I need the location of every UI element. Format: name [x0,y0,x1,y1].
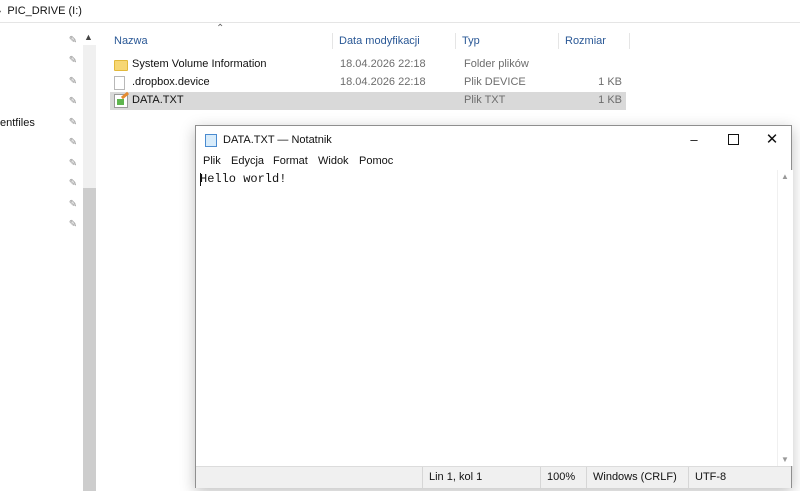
status-zoom: 100% [540,467,586,488]
file-type: Plik TXT [464,94,506,106]
menu-file[interactable]: Plik [203,155,221,167]
column-headers: ⌃ Nazwa Data modyfikacji Typ Rozmiar [96,23,800,55]
menu-bar: Plik Edycja Format Widok Pomoc [196,154,791,170]
column-header-name[interactable]: Nazwa [108,33,333,49]
notepad-window[interactable]: DATA.TXT — Notatnik – ✕ Plik Edycja Form… [195,125,793,488]
file-name: .dropbox.device [132,76,210,88]
nav-item-label[interactable]: entfiles [0,117,35,129]
folder-icon [114,60,128,71]
editor-scrollbar[interactable]: ▲ ▼ [777,170,793,466]
pin-icon: ✎ [68,55,78,66]
text-file-icon [114,94,128,108]
file-name: DATA.TXT [132,94,184,106]
file-date: 18.04.2026 22:18 [340,58,426,70]
pin-icon: ✎ [68,178,78,189]
notepad-icon [205,134,217,147]
scroll-down-icon[interactable]: ▼ [781,455,789,464]
column-header-type[interactable]: Typ [456,33,559,49]
file-type: Folder plików [464,58,529,70]
status-cursor-position: Lin 1, kol 1 [422,467,540,488]
navigation-pane[interactable]: ▲ entfiles ✎ ✎ ✎ ✎ ✎ ✎ ✎ ✎ ✎ ✎ [0,23,96,491]
file-size: 1 KB [598,76,622,88]
editor-content: Hello world! [200,172,287,186]
maximize-icon [727,134,739,146]
menu-edit[interactable]: Edycja [231,155,264,167]
nav-scrollbar-thumb[interactable] [83,188,96,491]
pin-icon: ✎ [68,76,78,87]
scroll-up-icon[interactable]: ▲ [84,32,93,42]
pin-icon: ✎ [68,137,78,148]
file-row[interactable]: .dropbox.device 18.04.2026 22:18 Plik DE… [110,74,626,92]
file-date: 18.04.2026 22:18 [340,76,426,88]
status-bar: Lin 1, kol 1 100% Windows (CRLF) UTF-8 [196,466,791,488]
pin-icon: ✎ [68,158,78,169]
text-editor[interactable]: Hello world! [196,170,777,466]
close-button[interactable]: ✕ [753,126,791,154]
file-row[interactable]: System Volume Information 18.04.2026 22:… [110,56,626,74]
file-name: System Volume Information [132,58,267,70]
pin-icon: ✎ [68,96,78,107]
pin-icon: ✎ [68,35,78,46]
maximize-button[interactable] [714,126,752,154]
column-header-date[interactable]: Data modyfikacji [333,33,456,49]
column-header-size[interactable]: Rozmiar [559,33,630,49]
minimize-button[interactable]: – [675,126,713,154]
pin-icon: ✎ [68,117,78,128]
menu-format[interactable]: Format [273,155,308,167]
address-path: PIC_DRIVE (I:) [7,5,82,17]
file-icon [114,76,125,90]
pin-icon: ✎ [68,199,78,210]
file-size: 1 KB [598,94,622,106]
address-bar[interactable]: › PIC_DRIVE (I:) [0,0,800,23]
window-title: DATA.TXT — Notatnik [223,134,332,146]
file-type: Plik DEVICE [464,76,526,88]
title-bar[interactable]: DATA.TXT — Notatnik – ✕ [196,126,791,154]
scroll-up-icon[interactable]: ▲ [781,172,789,181]
menu-view[interactable]: Widok [318,155,349,167]
status-encoding: UTF-8 [688,467,791,488]
chevron-right-icon: › [0,6,1,17]
file-row[interactable]: DATA.TXT Plik TXT 1 KB [110,92,626,110]
status-line-endings: Windows (CRLF) [586,467,688,488]
menu-help[interactable]: Pomoc [359,155,393,167]
pin-icon: ✎ [68,219,78,230]
